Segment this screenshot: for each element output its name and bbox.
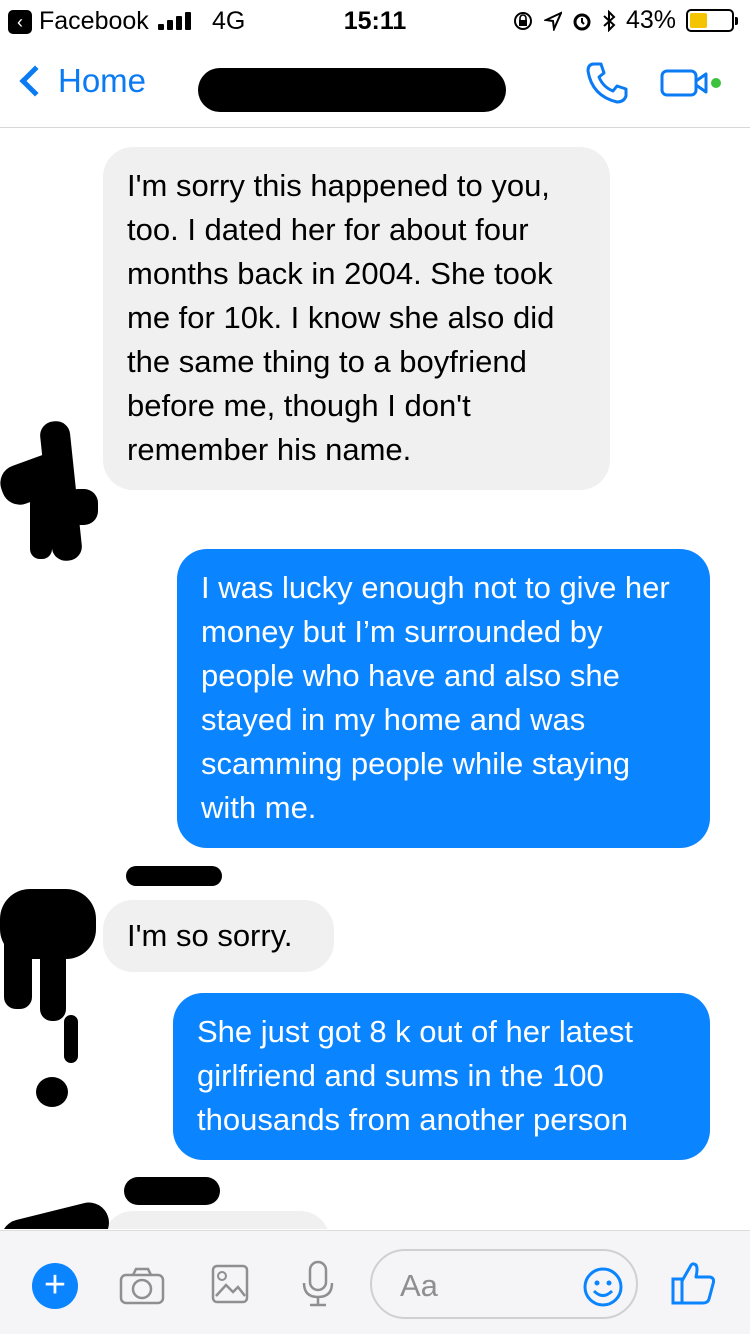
image-icon[interactable] — [210, 1263, 250, 1305]
back-button-label: Home — [58, 62, 147, 99]
message-input-placeholder: Aa — [400, 1268, 438, 1303]
phone-icon[interactable] — [584, 60, 630, 106]
location-arrow-icon — [543, 10, 562, 31]
camera-icon[interactable] — [118, 1266, 166, 1306]
message-text: I'm so sorry. — [127, 918, 293, 953]
redaction-mark — [0, 1198, 114, 1229]
redaction-mark — [40, 939, 66, 1021]
redaction-mark — [4, 929, 32, 1009]
message-bubble-incoming[interactable]: I'm so sorry. — [103, 900, 334, 972]
conversation-header: Home — [0, 40, 750, 128]
message-bubble-incoming-partial — [103, 1211, 330, 1229]
emoji-icon[interactable] — [582, 1266, 624, 1308]
battery-icon — [686, 9, 738, 32]
message-bubble-outgoing[interactable]: She just got 8 k out of her latest girlf… — [173, 993, 710, 1160]
message-bubble-outgoing[interactable]: I was lucky enough not to give her money… — [177, 549, 710, 848]
bluetooth-icon — [603, 9, 616, 32]
video-camera-icon[interactable] — [660, 68, 722, 98]
message-composer: + Aa — [0, 1230, 750, 1334]
thumbs-up-icon[interactable] — [670, 1259, 718, 1307]
message-text: I was lucky enough not to give her money… — [201, 570, 670, 825]
message-text: I'm sorry this happened to you, too. I d… — [127, 168, 555, 467]
microphone-icon[interactable] — [300, 1259, 336, 1309]
status-bar: ‹ Facebook 4G 15:11 43% — [0, 0, 750, 40]
back-button[interactable]: Home — [16, 62, 146, 100]
message-list[interactable]: I'm sorry this happened to you, too. I d… — [0, 129, 750, 1229]
plus-icon[interactable]: + — [32, 1263, 78, 1309]
redacted-contact-name — [198, 68, 506, 112]
message-text: She just got 8 k out of her latest girlf… — [197, 1014, 633, 1137]
active-status-dot — [711, 78, 721, 88]
redaction-mark — [124, 1177, 220, 1205]
cropped-sender-label — [130, 129, 190, 131]
message-bubble-incoming[interactable]: I'm sorry this happened to you, too. I d… — [103, 147, 610, 490]
redaction-mark — [64, 1015, 78, 1063]
lock-rotation-icon — [513, 11, 532, 30]
redaction-mark — [64, 489, 98, 525]
redaction-mark — [36, 1077, 68, 1107]
chevron-left-icon — [19, 65, 51, 97]
alarm-icon — [573, 13, 591, 30]
battery-percent: 43% — [625, 6, 676, 34]
redaction-mark — [30, 479, 52, 559]
redaction-mark — [126, 866, 222, 886]
